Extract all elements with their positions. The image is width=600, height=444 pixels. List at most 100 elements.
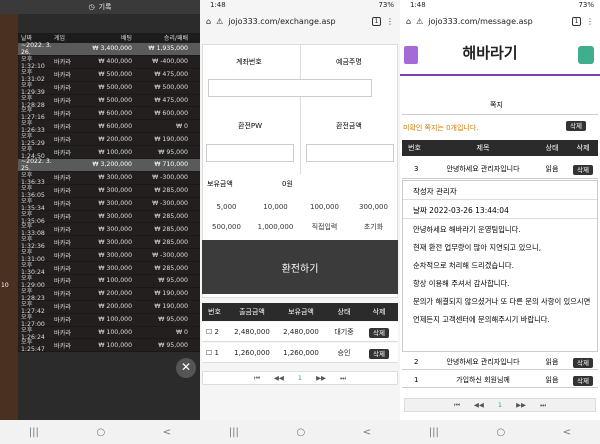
balance-label: 보유금액 (207, 180, 233, 188)
amount-button[interactable]: 10,000 (251, 199, 300, 215)
site-logo[interactable]: 해바라기 (440, 42, 540, 68)
home-icon[interactable]: ⌂ (406, 17, 411, 26)
th-no: 번호 (408, 144, 421, 152)
cell-c2: 바카라 (54, 72, 72, 80)
prev-page-button[interactable]: ◀◀ (274, 374, 284, 382)
prev-page-button[interactable]: ◀◀ (474, 401, 484, 409)
close-button[interactable]: ✕ (176, 358, 196, 378)
user-icon[interactable] (578, 46, 594, 64)
delete-all-button[interactable]: 삭제 (566, 120, 586, 131)
first-page-button[interactable]: ⏮ (254, 374, 260, 383)
cell-c3: ₩ 300,000 (98, 264, 132, 272)
message-row[interactable]: 1 가입하신 회원님께 읽음 삭제 (402, 372, 598, 388)
cell-c2: 바카라 (54, 149, 72, 157)
th-out: 출금금액 (239, 308, 265, 316)
cell-c3: ₩ 200,000 (98, 135, 132, 143)
menu-icon[interactable]: ⋮ (586, 17, 594, 26)
cell-c2: 바카라 (54, 278, 72, 286)
cell-c2: 바카라 (54, 136, 72, 144)
page-number[interactable]: 1 (498, 401, 502, 409)
message-row[interactable]: 2 안녕하세요 관리자입니다 읽음 삭제 (402, 354, 598, 370)
status-time: 1:48 (410, 1, 426, 9)
warning-icon[interactable]: ⚠ (216, 17, 223, 26)
next-page-button[interactable]: ▶▶ (516, 401, 526, 409)
message-date: 날짜 2022-03-26 13:44:04 (413, 206, 509, 215)
menu-icon[interactable] (404, 46, 418, 64)
recent-apps-button[interactable]: ||| (429, 427, 439, 438)
cell-c2: 바카라 (54, 110, 72, 118)
row-title[interactable]: 안녕하세요 관리자입니다 (430, 164, 536, 174)
delete-button[interactable]: 삭제 (573, 357, 593, 368)
cell-c3: ₩ 500,000 (98, 84, 132, 92)
cell-c4: ₩ 285,000 (154, 238, 188, 246)
cell-c2: 바카라 (54, 317, 72, 325)
cell-c4: ₩ 0 (175, 329, 188, 337)
amount-button[interactable]: 초기화 (349, 219, 398, 235)
delete-button[interactable]: 삭제 (369, 327, 389, 338)
last-page-button[interactable]: ⏭ (540, 401, 546, 410)
tab-count-button[interactable]: 1 (372, 16, 381, 26)
account-label: 계좌번호 (236, 58, 262, 66)
row-state: 읽음 (545, 164, 559, 173)
home-button[interactable]: ○ (96, 427, 105, 438)
account-input[interactable] (208, 79, 372, 97)
warning-icon[interactable]: ⚠ (416, 17, 423, 26)
url-text[interactable]: jojo333.com/exchange.asp (228, 17, 367, 26)
row-title[interactable]: 가입하신 회원님께 (430, 375, 536, 385)
delete-button[interactable]: 삭제 (573, 375, 593, 386)
tab-count-button[interactable]: 1 (572, 16, 581, 26)
row-out: 2,480,000 (234, 327, 270, 336)
amount-input[interactable] (306, 144, 394, 162)
page-title: 쪽지 (490, 101, 503, 109)
amount-button[interactable]: 100,000 (300, 199, 349, 215)
cell-c3: ₩ 300,000 (98, 187, 132, 195)
android-navbar: ||| ○ < (200, 420, 400, 444)
page-number[interactable]: 1 (298, 374, 302, 382)
url-text[interactable]: jojo333.com/message.asp (428, 17, 567, 26)
amount-button[interactable]: 직접입력 (300, 219, 349, 235)
cell-c4: ₩ -300,000 (152, 200, 188, 208)
amount-row-1: 5,000 10,000 100,000 300,000 (202, 199, 398, 215)
row-checkbox[interactable]: ☐ 1 (202, 349, 228, 357)
recent-apps-button[interactable]: ||| (229, 427, 239, 438)
th-state: 상태 (337, 308, 351, 316)
amount-row-2: 500,000 1,000,000 직접입력 초기화 (202, 219, 398, 235)
row-checkbox[interactable]: ☐ 2 (202, 328, 228, 336)
row-state: 읽음 (545, 375, 559, 384)
cell-c2: 바카라 (54, 201, 72, 209)
home-button[interactable]: ○ (496, 427, 505, 438)
back-button[interactable]: < (563, 427, 571, 438)
exchange-submit-button[interactable]: 환전하기 (202, 240, 398, 294)
message-row[interactable]: 3 안녕하세요 관리자입니다 읽음 삭제 (402, 159, 598, 179)
back-button[interactable]: < (363, 427, 371, 438)
message-body: 안녕하세요 해바라기 운영팀입니다. 현재 환전 업무량이 많아 지연되고 있으니… (413, 225, 593, 333)
first-page-button[interactable]: ⏮ (454, 401, 460, 410)
cell-c4: ₩ 500,000 (154, 84, 188, 92)
cell-c4: ₩ 475,000 (154, 71, 188, 79)
pw-input[interactable] (206, 144, 294, 162)
amount-button[interactable]: 1,000,000 (251, 219, 300, 235)
cell-c2: 바카라 (54, 85, 72, 93)
home-button[interactable]: ○ (296, 427, 305, 438)
amount-button[interactable]: 300,000 (349, 199, 398, 215)
home-icon[interactable]: ⌂ (206, 17, 211, 26)
last-page-button[interactable]: ⏭ (340, 374, 346, 383)
cell-c3: ₩ 400,000 (98, 58, 132, 66)
history-table[interactable]: ~2022. 3. 26. ₩ 3,400,000 ₩ 1,935,000 오후 1:… (18, 42, 200, 353)
recent-apps-button[interactable]: ||| (29, 427, 39, 438)
cell-c4: ₩ 190,000 (154, 135, 188, 143)
delete-button[interactable]: 삭제 (369, 348, 389, 359)
row-title[interactable]: 안녕하세요 관리자입니다 (430, 357, 536, 367)
next-page-button[interactable]: ▶▶ (316, 374, 326, 382)
cell-c3: ₩ 100,000 (98, 341, 132, 349)
cell-c3: ₩ 300,000 (98, 225, 132, 233)
back-button[interactable]: < (163, 427, 171, 438)
cell-c4: ₩ 190,000 (154, 290, 188, 298)
cell-c2: 바카라 (54, 304, 72, 312)
row-no: 3 (414, 164, 419, 173)
address-bar: ⌂ ⚠ jojo333.com/message.asp 1 ⋮ (400, 10, 600, 32)
amount-button[interactable]: 500,000 (202, 219, 251, 235)
amount-button[interactable]: 5,000 (202, 199, 251, 215)
menu-icon[interactable]: ⋮ (386, 17, 394, 26)
delete-button[interactable]: 삭제 (573, 164, 593, 175)
